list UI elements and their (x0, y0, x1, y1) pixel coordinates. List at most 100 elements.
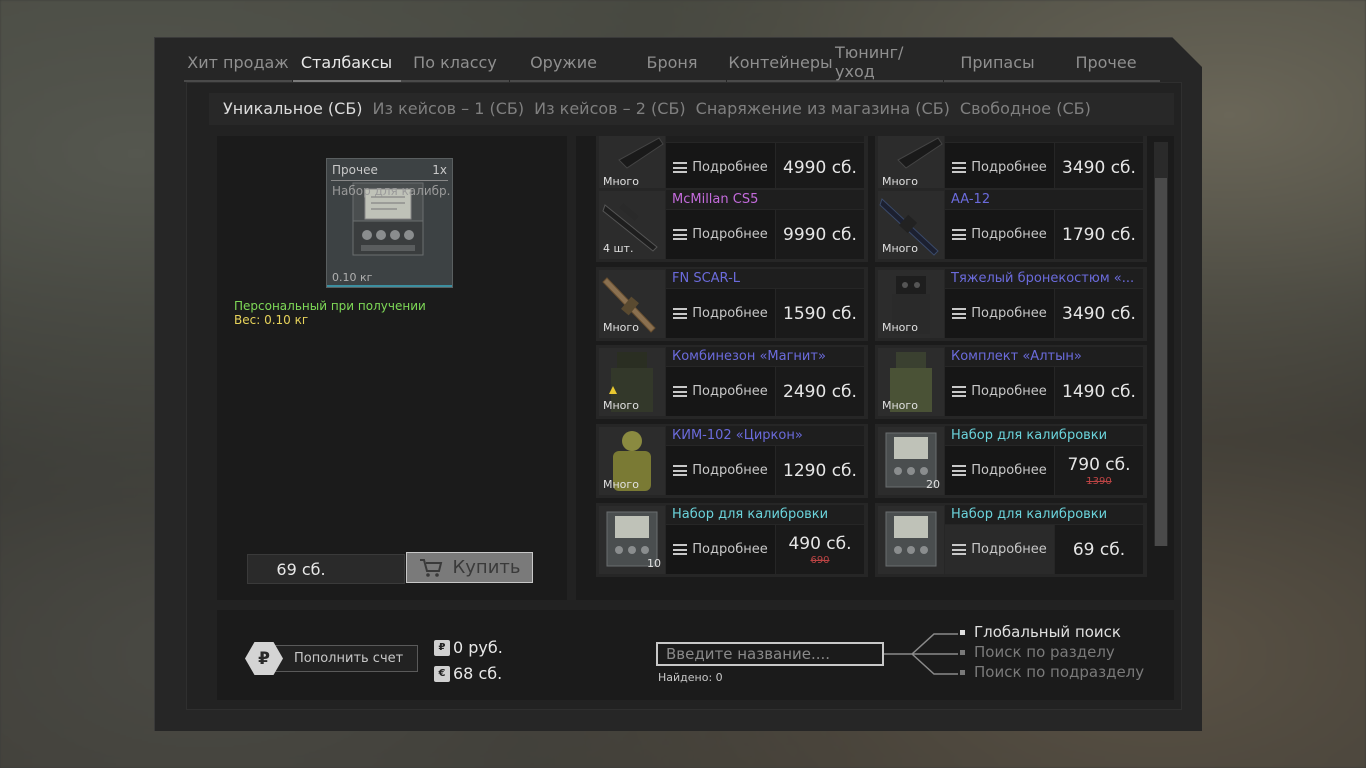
menu-icon (673, 308, 688, 319)
details-button[interactable]: Подробнее (945, 210, 1054, 259)
subcategory-tabs: Уникальное (СБ) Из кейсов – 1 (СБ) Из ке… (223, 97, 1091, 121)
category-tabs: Хит продаж Сталбаксы По классу Оружие Бр… (184, 43, 1178, 84)
buy-button-label: Купить (452, 557, 521, 578)
menu-icon (952, 229, 967, 240)
item-price: 790 сб. 1390 (1055, 446, 1143, 495)
details-button[interactable]: Подробнее (945, 525, 1054, 574)
item-thumbnail: Много (599, 348, 665, 416)
item-price: 2490 сб. (776, 367, 864, 416)
item-name: Набор для калибровки (945, 426, 1143, 445)
menu-icon (952, 308, 967, 319)
item-stock: Много (882, 399, 918, 412)
item-stock: Много (603, 175, 639, 188)
details-button[interactable]: Подробнее (945, 143, 1054, 192)
details-button[interactable]: Подробнее (666, 289, 775, 338)
item-stock: Много (882, 175, 918, 188)
details-button[interactable]: Подробнее (666, 525, 775, 574)
item-name (666, 136, 864, 142)
search-scope-subsection[interactable]: Поиск по подразделу (960, 663, 1144, 681)
search-input[interactable] (656, 642, 884, 666)
shop-item[interactable]: 10 Набор для калибровки Подробнее 490 сб… (596, 503, 868, 577)
shop-item[interactable]: 4 шт. McMillan CS5 Подробнее 9990 сб. (596, 188, 868, 262)
item-price: 69 сб. (1055, 525, 1143, 574)
item-price: 3490 сб. (1055, 143, 1143, 192)
subtab-cases-2[interactable]: Из кейсов – 2 (СБ) (534, 97, 686, 121)
calibration-kit-icon (352, 182, 424, 256)
item-name: КИМ-102 «Циркон» (666, 426, 864, 445)
tab-containers[interactable]: Контейнеры (726, 44, 835, 82)
shop-item[interactable]: Набор для калибровки Подробнее 69 сб. (875, 503, 1147, 577)
item-price: 1590 сб. (776, 289, 864, 338)
shop-item[interactable]: Много AA-12 Подробнее 1790 сб. (875, 188, 1147, 262)
search-scope-global[interactable]: Глобальный поиск (960, 623, 1121, 641)
details-button[interactable]: Подробнее (945, 367, 1054, 416)
menu-icon (952, 544, 967, 555)
details-button[interactable]: Подробнее (666, 367, 775, 416)
item-preview-card: Прочее 1x Набор для калибр... 0.10 кг (326, 158, 453, 288)
tab-tuning[interactable]: Тюнинг/уход (835, 43, 943, 82)
details-button[interactable]: Подробнее (666, 143, 775, 192)
item-thumbnail: Много (599, 270, 665, 338)
item-name: Тяжелый бронекостюм «... (945, 269, 1143, 288)
details-button[interactable]: Подробнее (945, 289, 1054, 338)
item-name: FN SCAR-L (666, 269, 864, 288)
item-price: 9990 сб. (776, 210, 864, 259)
shop-item[interactable]: Много КИМ-102 «Циркон» Подробнее 1290 сб… (596, 424, 868, 498)
ruble-wallet-icon: ₽ (434, 639, 450, 656)
item-stock: Много (882, 242, 918, 255)
subtab-unique[interactable]: Уникальное (СБ) (223, 97, 363, 121)
subtab-free[interactable]: Свободное (СБ) (960, 97, 1091, 121)
old-price: 690 (810, 554, 830, 566)
search-scope-section[interactable]: Поиск по разделу (960, 643, 1115, 661)
tab-armor[interactable]: Броня (618, 44, 726, 82)
details-button[interactable]: Подробнее (945, 446, 1054, 495)
old-price: 1390 (1086, 475, 1112, 487)
shop-item[interactable]: Много Подробнее 4990 сб. (596, 136, 868, 195)
weight-text: Вес: 0.10 кг (234, 313, 309, 327)
tab-supplies[interactable]: Припасы (943, 44, 1052, 82)
item-thumbnail: Много (878, 191, 944, 259)
menu-icon (673, 229, 688, 240)
menu-icon (673, 386, 688, 397)
rub-balance: ₽ 0 руб. (434, 638, 503, 657)
item-thumbnail: Много (599, 427, 665, 495)
details-button[interactable]: Подробнее (666, 210, 775, 259)
tab-stalbucks[interactable]: Сталбаксы (292, 44, 401, 82)
shop-item[interactable]: Много Комбинезон «Магнит» Подробнее 2490… (596, 345, 868, 419)
tab-by-class[interactable]: По классу (401, 44, 509, 82)
buy-button[interactable]: Купить (406, 552, 533, 583)
subtab-cases-1[interactable]: Из кейсов – 1 (СБ) (373, 97, 525, 121)
subtab-shop-gear[interactable]: Снаряжение из магазина (СБ) (696, 97, 950, 121)
item-name (945, 136, 1143, 142)
item-stock: Много (603, 399, 639, 412)
details-button[interactable]: Подробнее (666, 446, 775, 495)
item-thumbnail: Много (878, 348, 944, 416)
menu-icon (673, 465, 688, 476)
item-stock: Много (603, 321, 639, 334)
shop-item[interactable]: 20 Набор для калибровки Подробнее 790 сб… (875, 424, 1147, 498)
item-thumbnail: 20 (878, 427, 944, 495)
item-stock: 10 (647, 557, 661, 570)
item-price: 3490 сб. (1055, 289, 1143, 338)
topup-label: Пополнить счет (271, 645, 419, 672)
calibration-kit-icon (885, 511, 937, 567)
shop-item[interactable]: Много Тяжелый бронекостюм «... Подробнее… (875, 267, 1147, 341)
tab-weapons[interactable]: Оружие (509, 44, 618, 82)
preview-weight: 0.10 кг (332, 271, 373, 284)
shop-item[interactable]: Много Подробнее 3490 сб. (875, 136, 1147, 195)
scrollbar-thumb[interactable] (1155, 178, 1167, 546)
item-thumbnail: Много (599, 136, 665, 192)
tab-other[interactable]: Прочее (1052, 44, 1160, 82)
item-stock: 20 (926, 478, 940, 491)
shop-item[interactable]: Много FN SCAR-L Подробнее 1590 сб. (596, 267, 868, 341)
tab-bestsellers[interactable]: Хит продаж (184, 44, 292, 82)
topup-button[interactable]: ₽ Пополнить счет (245, 642, 419, 675)
item-name: McMillan CS5 (666, 190, 864, 209)
stalbucks-wallet-icon: € (434, 665, 450, 682)
item-stock: Много (603, 478, 639, 491)
menu-icon (673, 544, 688, 555)
search-scope-connector (884, 633, 958, 675)
preview-item-name: Набор для калибр... (332, 184, 450, 198)
shop-item[interactable]: Много Комплект «Алтын» Подробнее 1490 сб… (875, 345, 1147, 419)
menu-icon (952, 162, 967, 173)
